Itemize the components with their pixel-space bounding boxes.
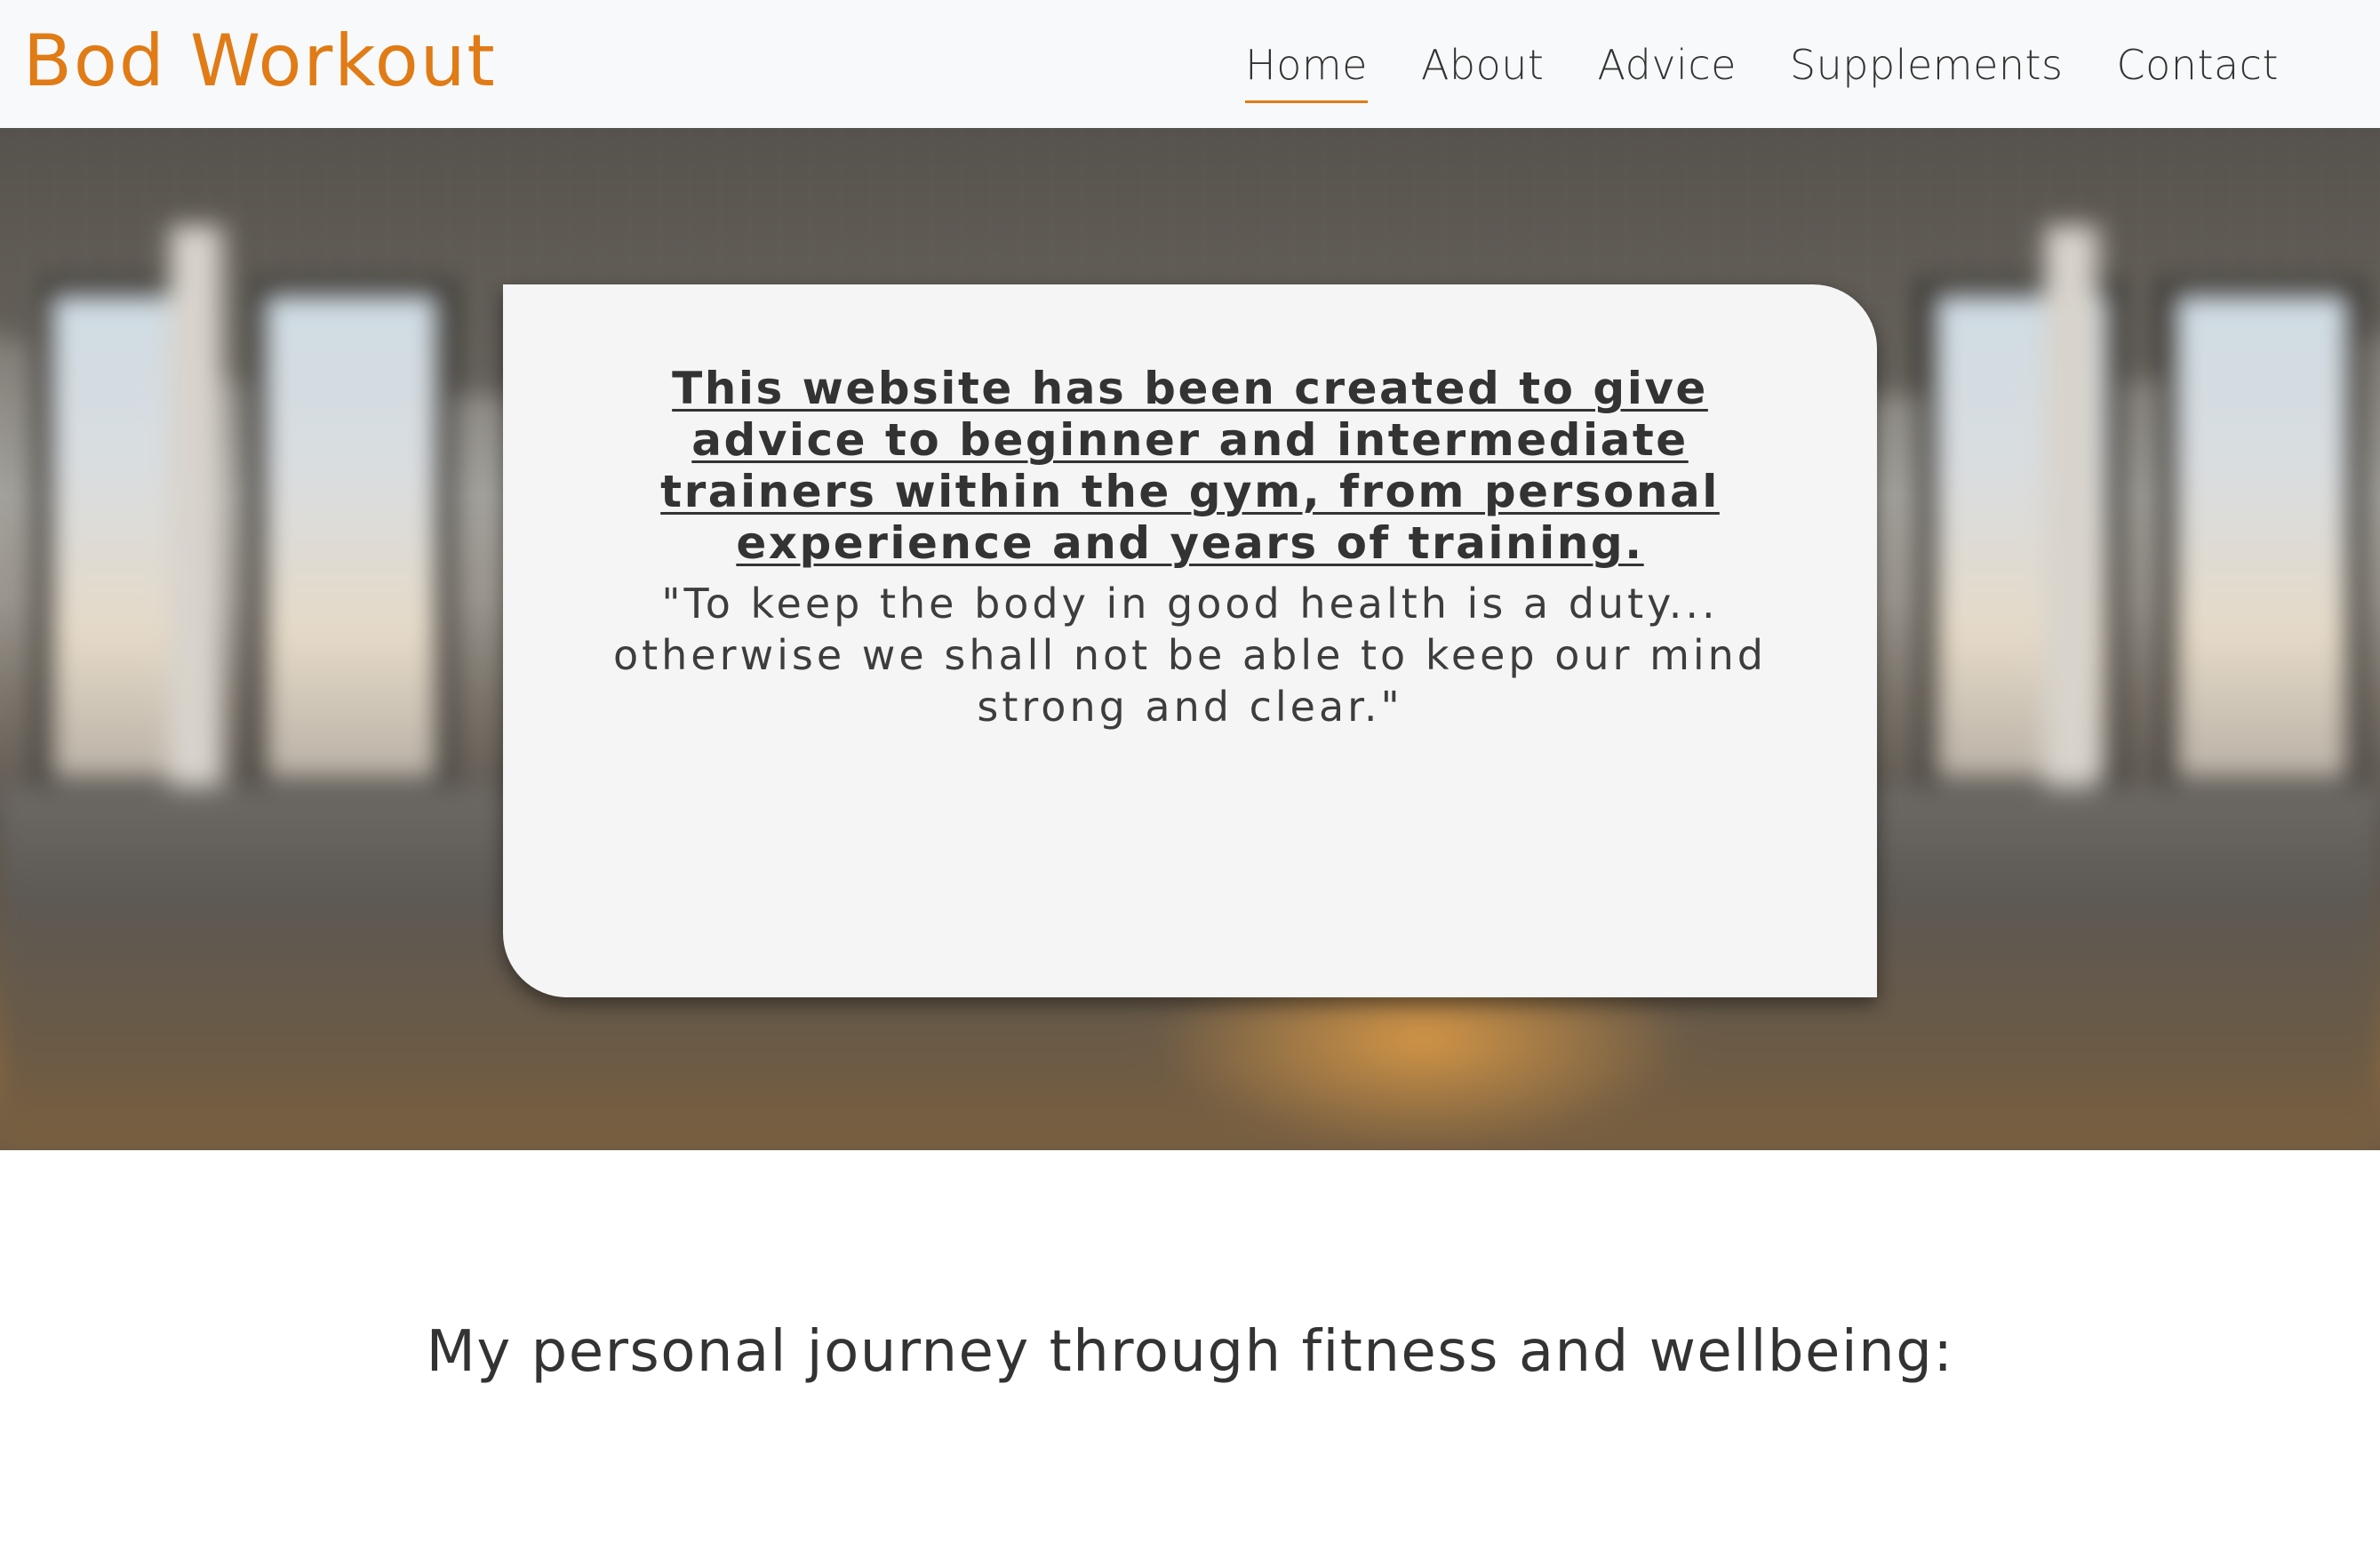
nav-item-home[interactable]: Home xyxy=(1218,41,1394,103)
hero-pillar xyxy=(169,226,222,848)
nav-links: Home About Advice Supplements Contact xyxy=(1218,41,2305,103)
hero-window xyxy=(2160,279,2364,795)
hero-window xyxy=(249,279,453,795)
nav-item-contact[interactable]: Contact xyxy=(2090,41,2305,90)
navbar: Bod Workout Home About Advice Supplement… xyxy=(0,0,2380,128)
brand-logo[interactable]: Bod Workout xyxy=(23,26,497,97)
nav-item-supplements[interactable]: Supplements xyxy=(1763,41,2090,90)
hero-heading: This website has been created to give ad… xyxy=(660,363,1720,569)
hero-quote: "To keep the body in good health is a du… xyxy=(612,580,1768,731)
journey-section: My personal journey through fitness and … xyxy=(0,1150,2380,1552)
nav-item-about[interactable]: About xyxy=(1394,41,1571,90)
hero-card: This website has been created to give ad… xyxy=(503,284,1877,997)
nav-item-advice[interactable]: Advice xyxy=(1570,41,1762,90)
hero-section: This website has been created to give ad… xyxy=(0,128,2380,1150)
hero-pillar xyxy=(2044,226,2097,848)
journey-title: My personal journey through fitness and … xyxy=(426,1319,1954,1385)
